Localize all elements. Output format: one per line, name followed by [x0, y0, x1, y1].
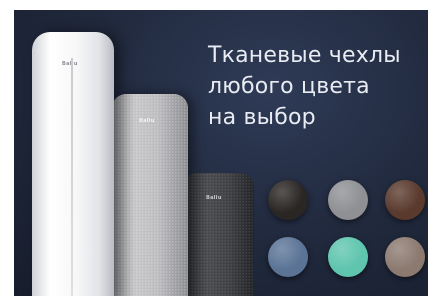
- color-swatch-blue: [268, 237, 308, 277]
- product-gray-fabric: Ballu: [112, 94, 188, 296]
- color-swatch-black: [268, 180, 308, 220]
- headline-line-2: любого цвета: [208, 74, 370, 99]
- product-dark-fabric: Ballu: [182, 173, 254, 296]
- promo-banner: Ballu Ballu Ballu Тканевые чехлы любого …: [14, 10, 428, 296]
- color-swatch-mint: [328, 237, 368, 277]
- headline-line-3: на выбор: [208, 105, 316, 130]
- brand-logo: Ballu: [62, 61, 78, 67]
- color-swatch-brown: [385, 180, 425, 220]
- headline-line-1: Тканевые чехлы: [208, 43, 401, 68]
- color-swatch-taupe: [385, 237, 425, 277]
- brand-logo: Ballu: [206, 195, 222, 201]
- color-swatch-gray: [328, 180, 368, 220]
- brand-logo: Ballu: [139, 118, 155, 124]
- product-seam: [71, 58, 73, 296]
- product-white: Ballu: [32, 32, 114, 296]
- headline: Тканевые чехлы любого цвета на выбор: [208, 40, 401, 133]
